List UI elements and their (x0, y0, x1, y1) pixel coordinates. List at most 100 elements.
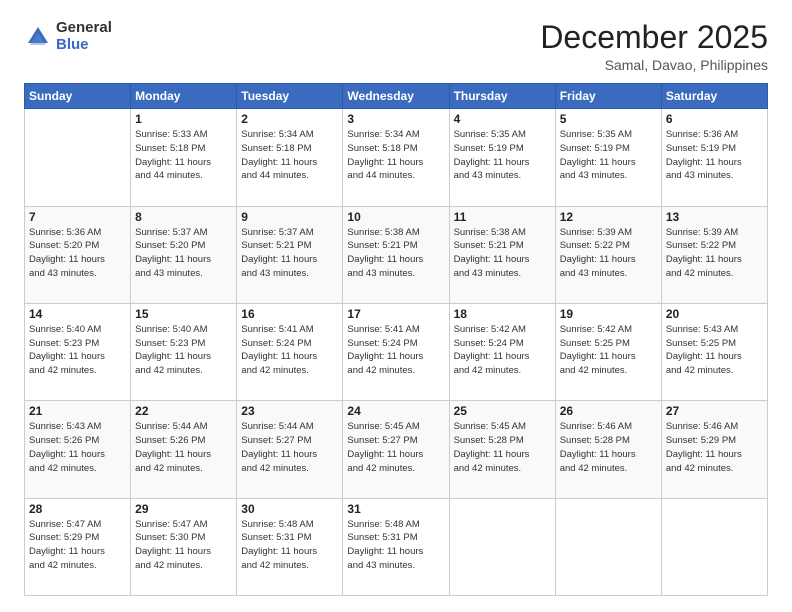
day-number: 27 (666, 404, 763, 418)
day-info: Sunrise: 5:34 AMSunset: 5:18 PMDaylight:… (241, 128, 338, 183)
calendar-day-cell: 15Sunrise: 5:40 AMSunset: 5:23 PMDayligh… (131, 303, 237, 400)
calendar-day-cell: 29Sunrise: 5:47 AMSunset: 5:30 PMDayligh… (131, 498, 237, 595)
day-info: Sunrise: 5:34 AMSunset: 5:18 PMDaylight:… (347, 128, 444, 183)
day-info: Sunrise: 5:38 AMSunset: 5:21 PMDaylight:… (454, 226, 551, 281)
page: General Blue December 2025 Samal, Davao,… (0, 0, 792, 612)
day-number: 13 (666, 210, 763, 224)
calendar-day-cell: 7 Sunrise: 5:36 AMSunset: 5:20 PMDaylight… (25, 206, 131, 303)
calendar-col-friday: Friday (555, 84, 661, 109)
calendar-day-cell: 10Sunrise: 5:38 AMSunset: 5:21 PMDayligh… (343, 206, 449, 303)
day-number: 22 (135, 404, 232, 418)
calendar-week-row: 21 Sunrise: 5:43 AMSunset: 5:26 PMDayligh… (25, 401, 768, 498)
day-info: Sunrise: 5:46 AMSunset: 5:28 PMDaylight:… (560, 420, 657, 475)
day-number: 14 (29, 307, 126, 321)
day-info: Sunrise: 5:39 AMSunset: 5:22 PMDaylight:… (560, 226, 657, 281)
day-number: 10 (347, 210, 444, 224)
day-number: 30 (241, 502, 338, 516)
calendar-day-cell: 24 Sunrise: 5:45 AMSunset: 5:27 PMDayligh… (343, 401, 449, 498)
calendar-week-row: 28 Sunrise: 5:47 AMSunset: 5:29 PMDayligh… (25, 498, 768, 595)
calendar-day-cell: 28 Sunrise: 5:47 AMSunset: 5:29 PMDayligh… (25, 498, 131, 595)
calendar-day-cell: 6 Sunrise: 5:36 AMSunset: 5:19 PMDaylight… (661, 109, 767, 206)
day-info: Sunrise: 5:36 AMSunset: 5:20 PMDaylight:… (29, 226, 126, 281)
day-number: 21 (29, 404, 126, 418)
calendar-day-cell: 25 Sunrise: 5:45 AMSunset: 5:28 PMDayligh… (449, 401, 555, 498)
title-block: December 2025 Samal, Davao, Philippines (540, 20, 768, 73)
calendar-day-cell: 27 Sunrise: 5:46 AMSunset: 5:29 PMDayligh… (661, 401, 767, 498)
calendar-col-monday: Monday (131, 84, 237, 109)
calendar-col-saturday: Saturday (661, 84, 767, 109)
day-number: 18 (454, 307, 551, 321)
day-info: Sunrise: 5:40 AMSunset: 5:23 PMDaylight:… (135, 323, 232, 378)
day-number: 19 (560, 307, 657, 321)
calendar-day-cell (449, 498, 555, 595)
calendar-day-cell (661, 498, 767, 595)
day-number: 9 (241, 210, 338, 224)
day-info: Sunrise: 5:35 AMSunset: 5:19 PMDaylight:… (560, 128, 657, 183)
logo: General Blue (24, 20, 112, 53)
day-number: 7 (29, 210, 126, 224)
calendar-week-row: 7 Sunrise: 5:36 AMSunset: 5:20 PMDaylight… (25, 206, 768, 303)
logo-text: General Blue (56, 20, 112, 53)
day-info: Sunrise: 5:40 AMSunset: 5:23 PMDaylight:… (29, 323, 126, 378)
day-number: 2 (241, 112, 338, 126)
calendar-day-cell: 2 Sunrise: 5:34 AMSunset: 5:18 PMDaylight… (237, 109, 343, 206)
calendar-day-cell: 9 Sunrise: 5:37 AMSunset: 5:21 PMDaylight… (237, 206, 343, 303)
day-number: 23 (241, 404, 338, 418)
calendar-day-cell: 19Sunrise: 5:42 AMSunset: 5:25 PMDayligh… (555, 303, 661, 400)
day-number: 6 (666, 112, 763, 126)
day-info: Sunrise: 5:43 AMSunset: 5:26 PMDaylight:… (29, 420, 126, 475)
header: General Blue December 2025 Samal, Davao,… (24, 20, 768, 73)
calendar-day-cell: 4 Sunrise: 5:35 AMSunset: 5:19 PMDaylight… (449, 109, 555, 206)
calendar-day-cell (555, 498, 661, 595)
day-info: Sunrise: 5:45 AMSunset: 5:28 PMDaylight:… (454, 420, 551, 475)
calendar-day-cell: 5Sunrise: 5:35 AMSunset: 5:19 PMDaylight… (555, 109, 661, 206)
day-number: 28 (29, 502, 126, 516)
calendar-day-cell: 26 Sunrise: 5:46 AMSunset: 5:28 PMDayligh… (555, 401, 661, 498)
day-info: Sunrise: 5:39 AMSunset: 5:22 PMDaylight:… (666, 226, 763, 281)
day-info: Sunrise: 5:46 AMSunset: 5:29 PMDaylight:… (666, 420, 763, 475)
day-info: Sunrise: 5:45 AMSunset: 5:27 PMDaylight:… (347, 420, 444, 475)
calendar-day-cell (25, 109, 131, 206)
calendar-day-cell: 16Sunrise: 5:41 AMSunset: 5:24 PMDayligh… (237, 303, 343, 400)
calendar-week-row: 14 Sunrise: 5:40 AMSunset: 5:23 PMDayligh… (25, 303, 768, 400)
calendar-day-cell: 14 Sunrise: 5:40 AMSunset: 5:23 PMDayligh… (25, 303, 131, 400)
calendar-day-cell: 1 Sunrise: 5:33 AMSunset: 5:18 PMDaylight… (131, 109, 237, 206)
day-info: Sunrise: 5:37 AMSunset: 5:21 PMDaylight:… (241, 226, 338, 281)
day-info: Sunrise: 5:47 AMSunset: 5:29 PMDaylight:… (29, 518, 126, 573)
day-number: 17 (347, 307, 444, 321)
logo-icon (24, 23, 52, 51)
day-info: Sunrise: 5:41 AMSunset: 5:24 PMDaylight:… (347, 323, 444, 378)
calendar-col-tuesday: Tuesday (237, 84, 343, 109)
day-info: Sunrise: 5:44 AMSunset: 5:27 PMDaylight:… (241, 420, 338, 475)
calendar-day-cell: 22Sunrise: 5:44 AMSunset: 5:26 PMDayligh… (131, 401, 237, 498)
day-info: Sunrise: 5:48 AMSunset: 5:31 PMDaylight:… (347, 518, 444, 573)
day-number: 31 (347, 502, 444, 516)
day-number: 8 (135, 210, 232, 224)
calendar-week-row: 1 Sunrise: 5:33 AMSunset: 5:18 PMDaylight… (25, 109, 768, 206)
day-number: 24 (347, 404, 444, 418)
calendar-day-cell: 23 Sunrise: 5:44 AMSunset: 5:27 PMDayligh… (237, 401, 343, 498)
day-number: 25 (454, 404, 551, 418)
calendar-day-cell: 17 Sunrise: 5:41 AMSunset: 5:24 PMDayligh… (343, 303, 449, 400)
day-number: 1 (135, 112, 232, 126)
calendar-day-cell: 11Sunrise: 5:38 AMSunset: 5:21 PMDayligh… (449, 206, 555, 303)
day-number: 4 (454, 112, 551, 126)
calendar-day-cell: 8Sunrise: 5:37 AMSunset: 5:20 PMDaylight… (131, 206, 237, 303)
calendar-day-cell: 18 Sunrise: 5:42 AMSunset: 5:24 PMDayligh… (449, 303, 555, 400)
main-title: December 2025 (540, 20, 768, 55)
logo-blue-text: Blue (56, 37, 112, 54)
day-info: Sunrise: 5:36 AMSunset: 5:19 PMDaylight:… (666, 128, 763, 183)
logo-general-text: General (56, 20, 112, 37)
day-number: 3 (347, 112, 444, 126)
day-number: 26 (560, 404, 657, 418)
day-info: Sunrise: 5:48 AMSunset: 5:31 PMDaylight:… (241, 518, 338, 573)
calendar-day-cell: 30 Sunrise: 5:48 AMSunset: 5:31 PMDayligh… (237, 498, 343, 595)
day-number: 16 (241, 307, 338, 321)
day-number: 29 (135, 502, 232, 516)
day-info: Sunrise: 5:42 AMSunset: 5:24 PMDaylight:… (454, 323, 551, 378)
day-number: 12 (560, 210, 657, 224)
day-info: Sunrise: 5:33 AMSunset: 5:18 PMDaylight:… (135, 128, 232, 183)
calendar-col-thursday: Thursday (449, 84, 555, 109)
day-info: Sunrise: 5:35 AMSunset: 5:19 PMDaylight:… (454, 128, 551, 183)
day-info: Sunrise: 5:43 AMSunset: 5:25 PMDaylight:… (666, 323, 763, 378)
